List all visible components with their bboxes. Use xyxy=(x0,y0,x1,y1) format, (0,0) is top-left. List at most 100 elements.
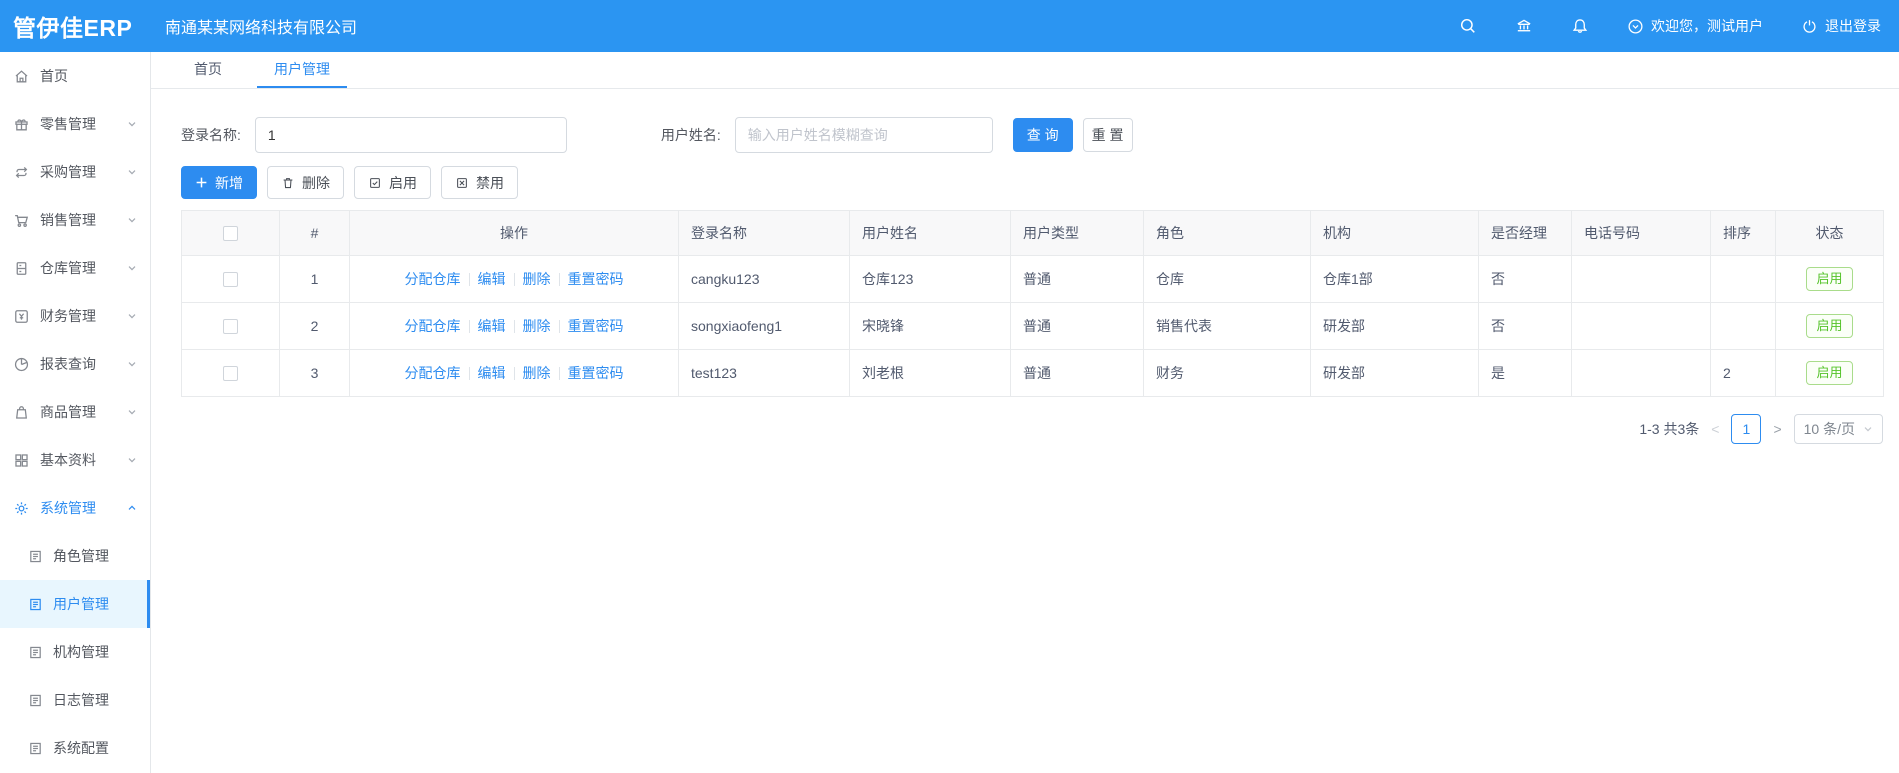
add-button[interactable]: 新增 xyxy=(181,166,257,199)
plus-icon xyxy=(195,176,208,189)
divider xyxy=(468,320,470,333)
delete-button[interactable]: 删除 xyxy=(267,166,344,199)
cell-login-name: cangku123 xyxy=(678,255,850,303)
cell-org: 研发部 xyxy=(1310,302,1479,350)
cell-sort: 2 xyxy=(1710,349,1776,397)
user-name-input[interactable] xyxy=(734,117,993,153)
sidebar-item-reports[interactable]: 报表查询 xyxy=(0,340,150,388)
trash-icon xyxy=(281,176,295,190)
cell-login-name: test123 xyxy=(678,349,850,397)
edit-link[interactable]: 编辑 xyxy=(478,271,506,287)
x-square-icon xyxy=(455,176,469,190)
col-is-manager: 是否经理 xyxy=(1478,210,1572,256)
page-size-select[interactable]: 10 条/页 xyxy=(1793,414,1883,444)
sidebar-item-org-management[interactable]: 机构管理 xyxy=(0,628,150,676)
chevron-down-icon xyxy=(127,455,137,465)
row-checkbox[interactable] xyxy=(223,319,238,335)
sidebar-item-system-config[interactable]: 系统配置 xyxy=(0,724,150,772)
chevron-up-icon xyxy=(127,503,137,513)
tab-user-management[interactable]: 用户管理 xyxy=(257,52,347,88)
sidebar-item-label: 基本资料 xyxy=(40,452,96,468)
cell-operations: 分配仓库 编辑 删除 重置密码 xyxy=(349,349,679,397)
sidebar-item-label: 商品管理 xyxy=(40,404,96,420)
check-square-icon xyxy=(368,176,382,190)
document-icon xyxy=(28,549,43,564)
assign-warehouse-link[interactable]: 分配仓库 xyxy=(405,318,461,334)
status-badge: 启用 xyxy=(1806,361,1853,385)
sidebar-item-finance[interactable]: 财务管理 xyxy=(0,292,150,340)
row-checkbox[interactable] xyxy=(223,366,238,382)
search-icon[interactable] xyxy=(1459,17,1477,35)
finance-icon xyxy=(13,308,30,325)
reset-password-link[interactable]: 重置密码 xyxy=(568,365,624,381)
sidebar-item-role-management[interactable]: 角色管理 xyxy=(0,532,150,580)
assign-warehouse-link[interactable]: 分配仓库 xyxy=(405,271,461,287)
sidebar-item-purchase[interactable]: 采购管理 xyxy=(0,148,150,196)
sidebar-item-retail[interactable]: 零售管理 xyxy=(0,100,150,148)
next-page-button[interactable]: > xyxy=(1771,421,1783,437)
sidebar-item-label: 首页 xyxy=(40,68,68,84)
cell-operations: 分配仓库 编辑 删除 重置密码 xyxy=(349,255,679,303)
page-number-button[interactable]: 1 xyxy=(1731,414,1762,444)
sidebar: 首页 零售管理 采购管理 销售管理 仓库管理 财务管理 报表查询 商品管理 基本… xyxy=(0,52,151,773)
welcome-text: 欢迎您，测试用户 xyxy=(1651,18,1763,34)
system-gear-icon xyxy=(13,500,30,517)
retail-icon xyxy=(13,116,30,133)
reset-password-link[interactable]: 重置密码 xyxy=(568,318,624,334)
row-checkbox[interactable] xyxy=(223,272,238,288)
col-login-name: 登录名称 xyxy=(678,210,850,256)
chevron-down-icon xyxy=(127,167,137,177)
cell-user-type: 普通 xyxy=(1010,349,1144,397)
prev-page-button[interactable]: < xyxy=(1709,421,1721,437)
chevron-down-icon xyxy=(127,407,137,417)
select-all-checkbox[interactable] xyxy=(223,226,238,242)
sidebar-item-log-management[interactable]: 日志管理 xyxy=(0,676,150,724)
table-row: 2 分配仓库 编辑 删除 重置密码 songxiaofeng1 宋晓锋 普通 销售代表… xyxy=(181,302,1884,350)
cell-status: 启用 xyxy=(1775,349,1884,397)
sidebar-item-label: 报表查询 xyxy=(40,356,96,372)
divider xyxy=(468,273,470,286)
bell-icon[interactable] xyxy=(1571,17,1589,35)
col-index: # xyxy=(279,210,350,256)
sidebar-item-label: 用户管理 xyxy=(53,596,109,612)
chevron-down-icon xyxy=(127,359,137,369)
bank-icon[interactable] xyxy=(1515,17,1533,35)
divider xyxy=(468,367,470,380)
delete-link[interactable]: 删除 xyxy=(523,318,551,334)
app-logo[interactable]: 管伊佳ERP xyxy=(0,9,160,43)
sidebar-item-home[interactable]: 首页 xyxy=(0,52,150,100)
sidebar-item-label: 系统管理 xyxy=(40,500,96,516)
cell-sort xyxy=(1710,255,1776,303)
divider xyxy=(558,367,560,380)
search-button[interactable]: 查 询 xyxy=(1012,118,1073,152)
cell-phone xyxy=(1571,302,1711,350)
sidebar-item-warehouse[interactable]: 仓库管理 xyxy=(0,244,150,292)
delete-link[interactable]: 删除 xyxy=(523,365,551,381)
edit-link[interactable]: 编辑 xyxy=(478,365,506,381)
tab-bar: 首页 用户管理 xyxy=(151,52,1899,89)
reset-password-link[interactable]: 重置密码 xyxy=(568,271,624,287)
login-name-input[interactable] xyxy=(254,117,567,153)
cell-phone xyxy=(1571,349,1711,397)
col-user-name: 用户姓名 xyxy=(849,210,1011,256)
logout-button[interactable]: 退出登录 xyxy=(1801,16,1881,36)
sidebar-item-system[interactable]: 系统管理 xyxy=(0,484,150,532)
edit-link[interactable]: 编辑 xyxy=(478,318,506,334)
disable-button[interactable]: 禁用 xyxy=(441,166,518,199)
delete-link[interactable]: 删除 xyxy=(523,271,551,287)
assign-warehouse-link[interactable]: 分配仓库 xyxy=(405,365,461,381)
enable-button[interactable]: 启用 xyxy=(354,166,431,199)
user-menu[interactable]: 欢迎您，测试用户 xyxy=(1627,16,1763,36)
sidebar-item-products[interactable]: 商品管理 xyxy=(0,388,150,436)
chevron-down-icon xyxy=(127,119,137,129)
reset-button-label: 重 置 xyxy=(1091,127,1124,143)
col-phone: 电话号码 xyxy=(1571,210,1711,256)
reset-button[interactable]: 重 置 xyxy=(1082,118,1133,152)
tab-home[interactable]: 首页 xyxy=(177,52,239,88)
sidebar-item-label: 销售管理 xyxy=(40,212,96,228)
sidebar-item-sales[interactable]: 销售管理 xyxy=(0,196,150,244)
sidebar-item-user-management[interactable]: 用户管理 xyxy=(0,580,150,628)
user-table: # 操作 登录名称 用户姓名 用户类型 角色 机构 是否经理 电话号码 排序 状… xyxy=(181,210,1884,397)
chevron-down-icon xyxy=(1863,424,1873,434)
sidebar-item-basic-data[interactable]: 基本资料 xyxy=(0,436,150,484)
